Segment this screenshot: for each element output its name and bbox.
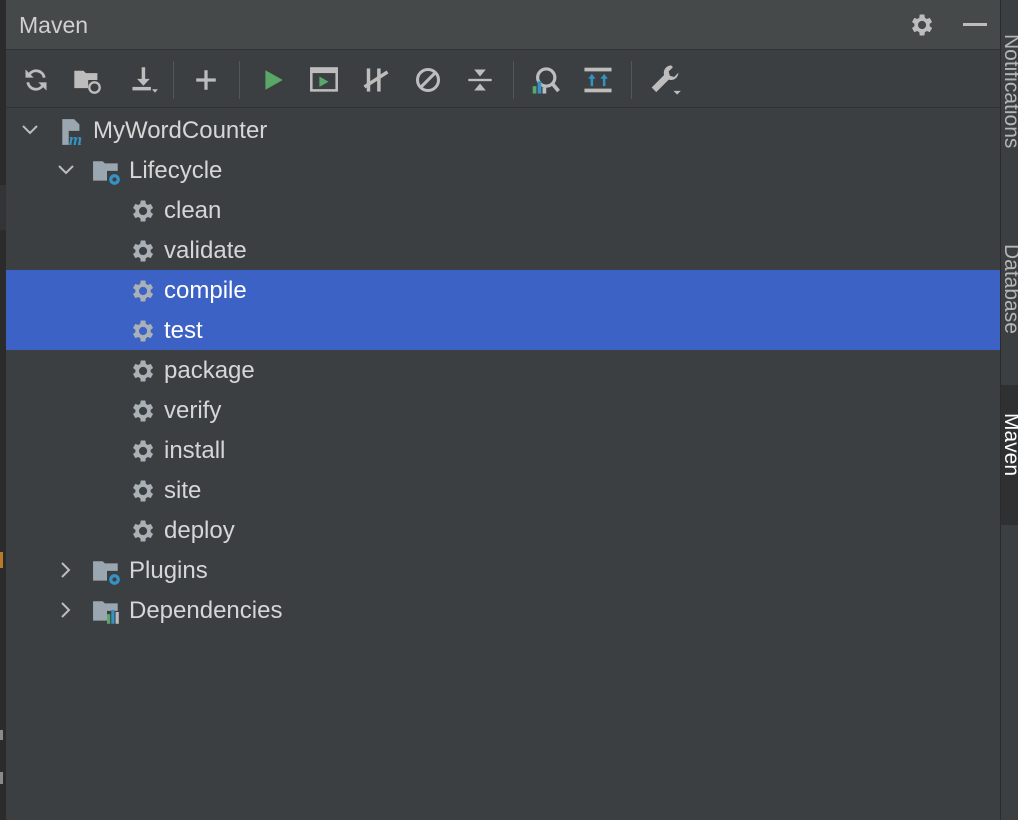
plus-icon (196, 70, 216, 90)
tree-goal-clean[interactable]: clean (6, 190, 1000, 230)
add-maven-project-button[interactable] (189, 63, 223, 97)
gear-icon (128, 357, 156, 385)
maven-project-icon: m (58, 117, 86, 149)
tree-goal-compile[interactable]: compile (6, 270, 1000, 310)
reload-all-projects-button[interactable] (19, 63, 53, 97)
toolbar-separator (513, 61, 514, 99)
toolbar-separator (173, 61, 174, 99)
gear-icon (128, 277, 156, 305)
terminal-run-icon (310, 67, 338, 92)
maven-tool-window: Maven m MyWordCounter Lifecycle clean va… (0, 0, 1018, 820)
side-tab-label: Maven (1001, 413, 1018, 477)
download-icon (132, 67, 158, 93)
gear-icon[interactable] (907, 11, 935, 39)
editor-edge-marker (0, 552, 3, 568)
tree-lifecycle-node[interactable]: Lifecycle (6, 150, 1000, 190)
tree-goal-test[interactable]: test (6, 310, 1000, 350)
editor-edge-marker (0, 730, 3, 740)
tree-goal-deploy[interactable]: deploy (6, 510, 1000, 550)
chevron-right-icon[interactable] (57, 561, 75, 579)
svg-text:m: m (69, 130, 82, 147)
tree-goal-label: compile (164, 277, 247, 304)
wrench-icon (651, 65, 681, 95)
gear-icon (128, 237, 156, 265)
show-dependencies-button[interactable] (581, 63, 615, 97)
tree-node-label: MyWordCounter (93, 117, 268, 144)
maven-panel: Maven m MyWordCounter Lifecycle clean va… (6, 0, 1000, 820)
tree-project-node[interactable]: m MyWordCounter (6, 110, 1000, 150)
toolbar-separator (631, 61, 632, 99)
run-maven-build-button[interactable] (256, 63, 290, 97)
side-tab-database[interactable]: Database (1001, 228, 1018, 368)
tree-dependencies-node[interactable]: Dependencies (6, 590, 1000, 630)
tree-goal-verify[interactable]: verify (6, 390, 1000, 430)
folder-gear-icon (92, 157, 120, 185)
tree-goal-label: deploy (164, 517, 235, 544)
tree-node-label: Dependencies (129, 597, 283, 624)
skip-tests-button[interactable] (411, 63, 445, 97)
collapse-all-button[interactable] (463, 63, 497, 97)
toggle-offline-mode-button[interactable] (359, 63, 393, 97)
gear-icon (128, 197, 156, 225)
generate-sources-button[interactable] (70, 63, 104, 97)
gear-icon (128, 477, 156, 505)
collapse-icon (468, 69, 492, 91)
gear-icon (128, 437, 156, 465)
tree-plugins-node[interactable]: Plugins (6, 550, 1000, 590)
side-tab-label: Database (1001, 244, 1018, 334)
tree-goal-label: install (164, 437, 226, 464)
tree-goal-label: test (164, 317, 203, 344)
analyze-icon (532, 67, 560, 94)
tree-goal-install[interactable]: install (6, 430, 1000, 470)
maven-toolbar (6, 51, 1000, 108)
side-tab-label: Notifications (1001, 34, 1018, 149)
chevron-down-icon[interactable] (21, 121, 39, 139)
side-tab-notifications[interactable]: Notifications (1001, 10, 1018, 190)
tree-goal-label: validate (164, 237, 247, 264)
diagram-icon (584, 67, 612, 93)
folder-chart-icon (92, 597, 120, 625)
panel-title: Maven (19, 12, 89, 38)
side-tab-maven[interactable]: Maven (1001, 385, 1018, 525)
tree-goal-package[interactable]: package (6, 350, 1000, 390)
tree-goal-label: verify (164, 397, 222, 424)
analyze-dependencies-button[interactable] (528, 63, 562, 97)
skip-icon (415, 67, 441, 93)
chevron-down-icon[interactable] (57, 161, 75, 179)
build-tool-settings-button[interactable] (648, 63, 682, 97)
tree-goal-label: clean (164, 197, 222, 224)
tree-goal-label: package (164, 357, 255, 384)
execute-maven-goal-button[interactable] (307, 63, 341, 97)
right-tool-strip: Notifications Database Maven (1000, 0, 1018, 820)
gear-icon (128, 317, 156, 345)
tree-node-label: Plugins (129, 557, 208, 584)
gear-icon (128, 517, 156, 545)
offline-icon (363, 68, 389, 92)
gear-icon (128, 397, 156, 425)
editor-edge-marker (0, 772, 3, 784)
tree-goal-site[interactable]: site (6, 470, 1000, 510)
chevron-right-icon[interactable] (57, 601, 75, 619)
play-icon (265, 70, 283, 90)
refresh-icon (25, 69, 47, 91)
folder-refresh-icon (74, 70, 101, 94)
folder-gear-icon (92, 557, 120, 585)
toolbar-separator (239, 61, 240, 99)
minimize-icon[interactable] (962, 12, 988, 38)
maven-projects-tree: m MyWordCounter Lifecycle clean validate… (6, 110, 1000, 820)
tree-goal-label: site (164, 477, 202, 504)
tree-goal-validate[interactable]: validate (6, 230, 1000, 270)
tree-node-label: Lifecycle (129, 157, 223, 184)
download-sources-button[interactable] (127, 63, 161, 97)
panel-header: Maven (6, 0, 1000, 50)
